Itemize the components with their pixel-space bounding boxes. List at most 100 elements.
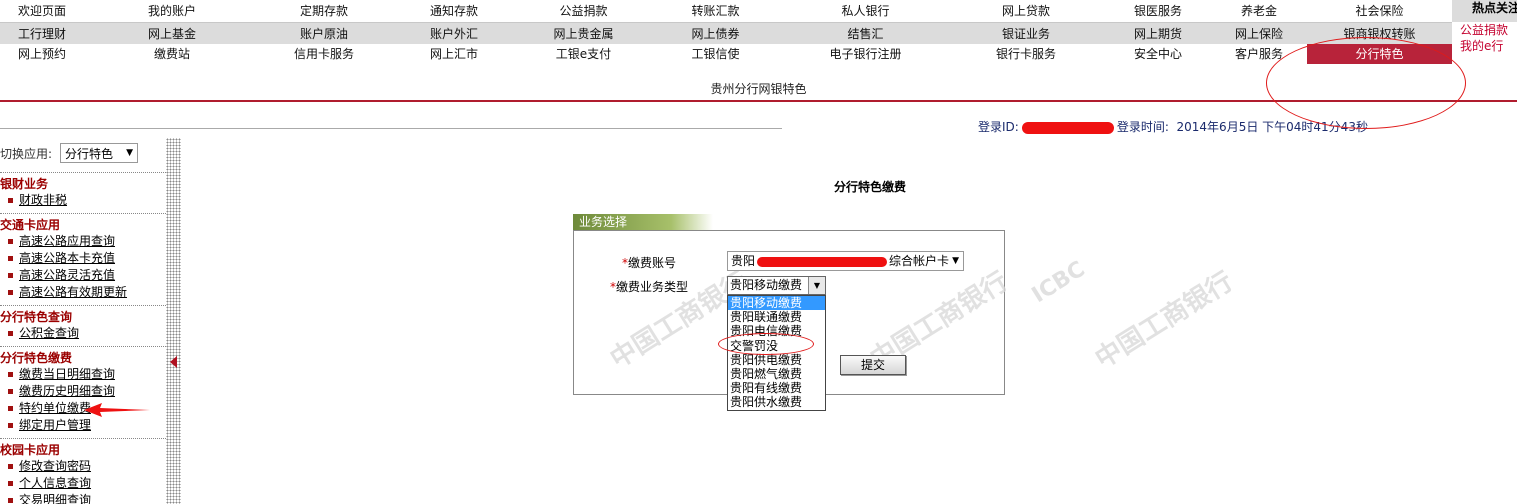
sidebar-link-label: 特约单位缴费 — [19, 401, 92, 415]
nav-item[interactable]: 网上预约 — [0, 44, 84, 64]
sidebar-section: 校园卡应用 修改查询密码 个人信息查询 交易明细查询 — [0, 438, 166, 504]
hot-topic-item[interactable]: 公益捐款 — [1452, 22, 1517, 38]
nav-item[interactable]: 银证业务 — [947, 23, 1105, 44]
nav-item[interactable]: 账户原油 — [260, 23, 388, 44]
nav-item[interactable]: 欢迎页面 — [0, 0, 84, 22]
sidebar-link-label: 高速公路本卡充值 — [19, 251, 116, 265]
sidebar-link[interactable]: 财政非税 — [0, 192, 166, 209]
nav-item[interactable]: 通知存款 — [388, 0, 520, 22]
bullet-icon — [8, 239, 13, 244]
nav-item[interactable]: 工银信使 — [647, 44, 784, 64]
sidebar-sections: 银财业务 财政非税交通卡应用高速公路应用查询 高速公路本卡充值 高速公路灵活充值 高速公… — [0, 172, 166, 504]
sidebar-link-label: 高速公路应用查询 — [19, 234, 116, 248]
sidebar-link-label: 财政非税 — [19, 193, 68, 207]
login-time-label: 登录时间: — [1116, 120, 1169, 134]
sidebar-link[interactable]: 缴费历史明细查询 — [0, 383, 166, 400]
type-label: 缴费业务类型 — [616, 280, 689, 294]
nav-item[interactable]: 安全中心 — [1105, 44, 1211, 64]
sidebar-link[interactable]: 高速公路有效期更新 — [0, 284, 166, 301]
hot-topic-item[interactable]: 我的e行 — [1452, 38, 1517, 54]
nav-item[interactable]: 账户外汇 — [388, 23, 520, 44]
sidebar-link[interactable]: 公积金查询 — [0, 325, 166, 342]
collapse-left-icon[interactable] — [170, 356, 177, 368]
nav-item[interactable]: 我的账户 — [84, 0, 260, 22]
login-id-label: 登录ID: — [978, 120, 1019, 134]
bullet-icon — [8, 256, 13, 261]
bullet-icon — [8, 464, 13, 469]
nav-item[interactable]: 信用卡服务 — [260, 44, 388, 64]
sidebar-link[interactable]: 高速公路本卡充值 — [0, 250, 166, 267]
sidebar: 切换应用: 分行特色 ▼ 银财业务 财政非税交通卡应用高速公路应用查询 高速公路本卡… — [0, 138, 166, 504]
dropdown-option[interactable]: 贵阳供电缴费 — [728, 353, 825, 367]
dropdown-option[interactable]: 贵阳供水缴费 — [728, 395, 825, 409]
bullet-icon — [8, 423, 13, 428]
payment-type-select[interactable]: 贵阳移动缴费 ▼ — [727, 276, 826, 295]
nav-item[interactable]: 分行特色 — [1307, 44, 1452, 64]
dropdown-option[interactable]: 交警罚没 — [728, 339, 825, 353]
nav-item[interactable]: 客户服务 — [1211, 44, 1307, 64]
sidebar-link[interactable]: 绑定用户管理 — [0, 417, 166, 434]
bullet-icon — [8, 481, 13, 486]
panel-tab: 业务选择 — [573, 214, 713, 230]
sidebar-splitter[interactable] — [166, 138, 181, 504]
nav-item[interactable]: 网上汇市 — [388, 44, 520, 64]
account-select[interactable]: 贵阳 综合帐户卡 ▼ — [727, 251, 964, 271]
nav-item[interactable]: 银医服务 — [1105, 0, 1211, 22]
dropdown-option[interactable]: 贵阳有线缴费 — [728, 381, 825, 395]
nav-item[interactable]: 电子银行注册 — [784, 44, 947, 64]
nav-item[interactable]: 工行理财 — [0, 23, 84, 44]
sidebar-section: 银财业务 财政非税 — [0, 172, 166, 209]
nav-row-2: 工行理财 网上基金 账户原油 账户外汇 网上贵金属 网上债券 结售汇 银证业务 网上期货 网上保险… — [0, 22, 1452, 44]
nav-item[interactable]: 私人银行 — [784, 0, 947, 22]
page-title: 分行特色缴费 — [833, 180, 906, 194]
nav-item[interactable]: 转账汇款 — [647, 0, 784, 22]
payment-type-dropdown: 贵阳移动缴费 贵阳联通缴费 贵阳电信缴费 交警罚没 贵阳供电缴费 贵阳燃气缴费 贵阳有线缴费… — [727, 295, 826, 411]
sidebar-link[interactable]: 修改查询密码 — [0, 458, 166, 475]
dropdown-option[interactable]: 贵阳燃气缴费 — [728, 367, 825, 381]
dropdown-option[interactable]: 贵阳电信缴费 — [728, 324, 825, 338]
nav-item[interactable]: 定期存款 — [260, 0, 388, 22]
sidebar-link[interactable]: 高速公路应用查询 — [0, 233, 166, 250]
nav-item[interactable]: 银商银权转账 — [1307, 23, 1452, 44]
nav-item[interactable]: 社会保险 — [1307, 0, 1452, 22]
nav-item[interactable]: 公益捐款 — [520, 0, 647, 22]
nav-item[interactable]: 网上保险 — [1211, 23, 1307, 44]
top-navigation: 欢迎页面 我的账户 定期存款 通知存款 公益捐款 转账汇款 私人银行 网上贷款 银医服务 养老金社… — [0, 0, 1452, 64]
nav-item[interactable]: 养老金 — [1211, 0, 1307, 22]
sidebar-link-label: 缴费当日明细查询 — [19, 367, 116, 381]
sidebar-link[interactable]: 个人信息查询 — [0, 475, 166, 492]
bullet-icon — [8, 331, 13, 336]
chevron-down-icon[interactable]: ▼ — [808, 277, 825, 294]
sidebar-link-label: 高速公路有效期更新 — [19, 285, 128, 299]
dropdown-option[interactable]: 贵阳联通缴费 — [728, 310, 825, 324]
sidebar-link[interactable]: 高速公路灵活充值 — [0, 267, 166, 284]
nav-item[interactable]: 网上贷款 — [947, 0, 1105, 22]
bullet-icon — [8, 290, 13, 295]
app-switcher: 切换应用: 分行特色 ▼ — [0, 138, 166, 168]
sidebar-link[interactable]: 缴费当日明细查询 — [0, 366, 166, 383]
account-label: 缴费账号 — [628, 256, 677, 270]
nav-item[interactable]: 缴费站 — [84, 44, 260, 64]
watermark-logo: ICBC — [1027, 256, 1090, 309]
app-switcher-label: 切换应用: — [0, 146, 53, 161]
sidebar-link-label: 高速公路灵活充值 — [19, 268, 116, 282]
sidebar-link[interactable]: 交易明细查询 — [0, 492, 166, 504]
sidebar-link-label: 公积金查询 — [19, 326, 80, 340]
submit-button[interactable]: 提交 — [840, 355, 906, 375]
sidebar-link-label: 个人信息查询 — [19, 476, 92, 490]
branch-title-bar: 贵州分行网银特色 — [0, 76, 1517, 102]
account-row: * 缴费账号 — [622, 254, 676, 271]
annotation-arrow — [84, 403, 150, 417]
type-row: * 缴费业务类型 — [610, 278, 688, 295]
nav-item[interactable]: 工银e支付 — [520, 44, 647, 64]
nav-item[interactable]: 网上期货 — [1105, 23, 1211, 44]
hot-topics-title: 热点关注 — [1452, 0, 1517, 22]
nav-item[interactable]: 网上债券 — [647, 23, 784, 44]
dropdown-option[interactable]: 贵阳移动缴费 — [728, 296, 825, 311]
nav-item[interactable]: 网上贵金属 — [520, 23, 647, 44]
nav-item[interactable]: 网上基金 — [84, 23, 260, 44]
sidebar-section-title: 交通卡应用 — [0, 218, 61, 232]
app-switcher-select[interactable]: 分行特色 ▼ — [60, 143, 139, 163]
nav-item[interactable]: 结售汇 — [784, 23, 947, 44]
nav-item[interactable]: 银行卡服务 — [947, 44, 1105, 64]
